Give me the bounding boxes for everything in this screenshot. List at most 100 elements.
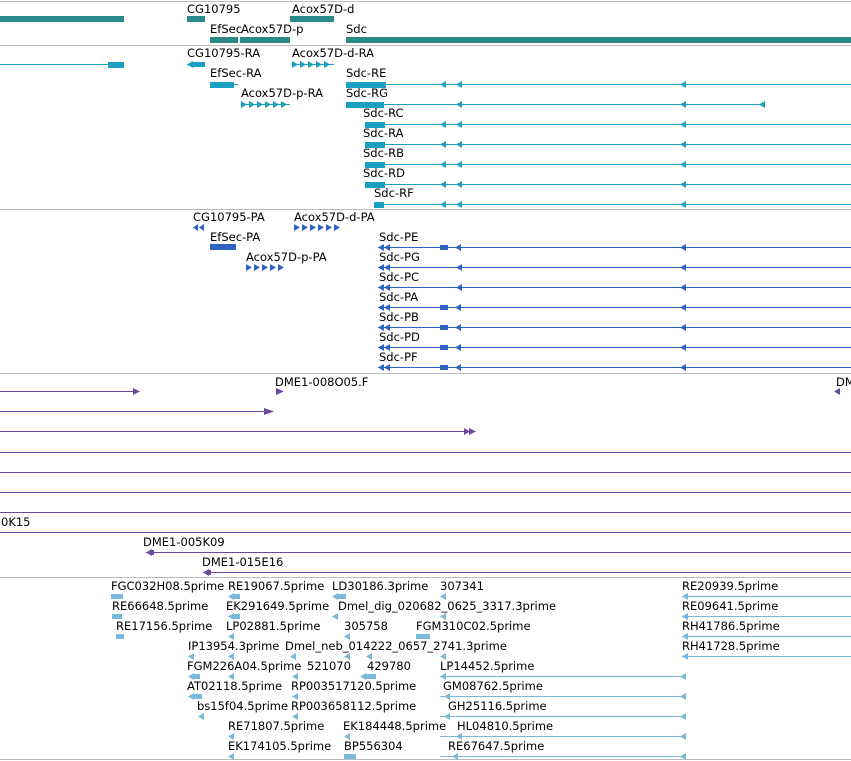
feature-glyph[interactable]	[292, 61, 298, 68]
feature-glyph[interactable]	[680, 121, 686, 128]
est-label[interactable]: AT02118.5prime	[187, 679, 282, 693]
feature-glyph[interactable]	[680, 284, 686, 291]
feature-glyph[interactable]	[310, 224, 316, 231]
est-label[interactable]: RE19067.5prime	[228, 579, 324, 593]
feature-glyph[interactable]	[300, 61, 306, 68]
feature-glyph[interactable]	[440, 141, 446, 148]
feature-glyph[interactable]	[680, 713, 686, 720]
feature-glyph[interactable]	[276, 388, 284, 395]
feature-glyph[interactable]	[456, 201, 462, 208]
transcript-label[interactable]: Acox57D-p-RA	[241, 86, 323, 100]
feature-glyph[interactable]	[241, 101, 247, 108]
est-label[interactable]: IP13954.3prime	[188, 639, 279, 653]
transcript-label[interactable]: EfSec-RA	[210, 66, 262, 80]
feature-glyph[interactable]	[456, 181, 462, 188]
feature-glyph[interactable]	[198, 713, 204, 720]
feature-glyph[interactable]	[455, 364, 461, 371]
feature-glyph[interactable]	[257, 101, 263, 108]
est-label[interactable]: BP556304	[344, 739, 403, 753]
clone-label[interactable]: DME1-005K09	[143, 535, 225, 549]
est-label[interactable]: LD30186.3prime	[332, 579, 428, 593]
feature-glyph[interactable]	[210, 244, 236, 250]
feature-glyph[interactable]	[682, 653, 688, 660]
feature-glyph[interactable]	[344, 754, 356, 759]
gene-feature[interactable]	[210, 37, 238, 43]
est-label[interactable]: RH41728.5prime	[682, 639, 780, 653]
est-label[interactable]: EK291649.5prime	[226, 599, 329, 613]
est-label[interactable]: 305758	[344, 619, 388, 633]
feature-glyph[interactable]	[440, 345, 448, 350]
gene-feature[interactable]	[187, 16, 205, 22]
feature-glyph[interactable]	[440, 81, 446, 88]
feature-glyph[interactable]	[680, 101, 686, 108]
est-label[interactable]: RE09641.5prime	[682, 599, 778, 613]
feature-glyph[interactable]	[108, 62, 124, 68]
est-label[interactable]: RE20939.5prime	[682, 579, 778, 593]
est-label[interactable]: HL04810.5prime	[457, 719, 553, 733]
transcript-label[interactable]: Sdc-RE	[346, 66, 386, 80]
feature-glyph[interactable]	[207, 570, 211, 575]
feature-glyph[interactable]	[680, 364, 686, 371]
feature-glyph[interactable]	[273, 101, 279, 108]
est-label[interactable]: RP003658112.5prime	[291, 699, 416, 713]
clone-label[interactable]: 0K15	[1, 515, 31, 529]
est-label[interactable]: Dmel_neb_014222_0657_2741.3prime	[285, 639, 507, 653]
feature-glyph[interactable]	[199, 224, 204, 231]
protein-label[interactable]: Sdc-PA	[379, 290, 418, 304]
protein-label[interactable]: Sdc-PE	[379, 230, 418, 244]
feature-glyph[interactable]	[456, 81, 462, 88]
feature-glyph[interactable]	[193, 224, 198, 231]
feature-glyph[interactable]	[680, 244, 686, 251]
protein-label[interactable]: Sdc-PD	[379, 330, 420, 344]
feature-glyph[interactable]	[246, 264, 252, 271]
est-label[interactable]: FGM226A04.5prime	[187, 659, 301, 673]
est-label[interactable]: 429780	[367, 659, 411, 673]
est-label[interactable]: RP003517120.5prime	[291, 679, 416, 693]
protein-label[interactable]: Acox57D-p-PA	[246, 250, 327, 264]
feature-glyph[interactable]	[440, 181, 446, 188]
feature-glyph[interactable]	[324, 61, 330, 68]
transcript-label[interactable]: Sdc-RC	[363, 106, 404, 120]
feature-glyph[interactable]	[455, 324, 461, 331]
est-label[interactable]: bs15f04.5prime	[197, 699, 288, 713]
clone-label[interactable]: DME1-015E16	[202, 555, 283, 569]
feature-glyph[interactable]	[116, 634, 124, 639]
feature-glyph[interactable]	[188, 693, 194, 700]
feature-glyph[interactable]	[680, 264, 686, 271]
feature-glyph[interactable]	[680, 304, 686, 311]
feature-glyph[interactable]	[456, 161, 462, 168]
est-label[interactable]: Dmel_dig_020682_0625_3317.3prime	[338, 599, 556, 613]
gene-feature[interactable]	[346, 37, 851, 43]
feature-glyph[interactable]	[759, 101, 765, 108]
feature-glyph[interactable]	[150, 550, 154, 555]
feature-glyph[interactable]	[456, 264, 462, 271]
feature-glyph[interactable]	[378, 364, 384, 371]
gene-feature[interactable]	[0, 16, 124, 22]
feature-glyph[interactable]	[193, 62, 205, 67]
est-label[interactable]: GH25116.5prime	[448, 699, 547, 713]
protein-label[interactable]: Acox57D-d-PA	[294, 210, 375, 224]
est-label[interactable]: GM08762.5prime	[443, 679, 543, 693]
est-label[interactable]: 307341	[440, 579, 484, 593]
feature-glyph[interactable]	[440, 201, 446, 208]
feature-glyph[interactable]	[680, 324, 686, 331]
feature-glyph[interactable]	[249, 101, 255, 108]
feature-glyph[interactable]	[440, 325, 448, 330]
feature-glyph[interactable]	[456, 121, 462, 128]
transcript-label[interactable]: Sdc-RF	[374, 186, 414, 200]
est-label[interactable]: RE66648.5prime	[112, 599, 208, 613]
feature-glyph[interactable]	[680, 81, 686, 88]
feature-glyph[interactable]	[302, 224, 308, 231]
feature-glyph[interactable]	[456, 141, 462, 148]
feature-glyph[interactable]	[680, 733, 686, 740]
feature-glyph[interactable]	[133, 388, 140, 395]
est-label[interactable]: LP14452.5prime	[440, 659, 534, 673]
feature-glyph[interactable]	[680, 161, 686, 168]
feature-glyph[interactable]	[455, 304, 461, 311]
feature-glyph[interactable]	[680, 753, 686, 760]
feature-glyph[interactable]	[187, 61, 193, 68]
est-label[interactable]: EK174105.5prime	[228, 739, 331, 753]
protein-label[interactable]: Sdc-PG	[379, 250, 420, 264]
feature-glyph[interactable]	[680, 141, 686, 148]
est-label[interactable]: RE71807.5prime	[228, 719, 324, 733]
